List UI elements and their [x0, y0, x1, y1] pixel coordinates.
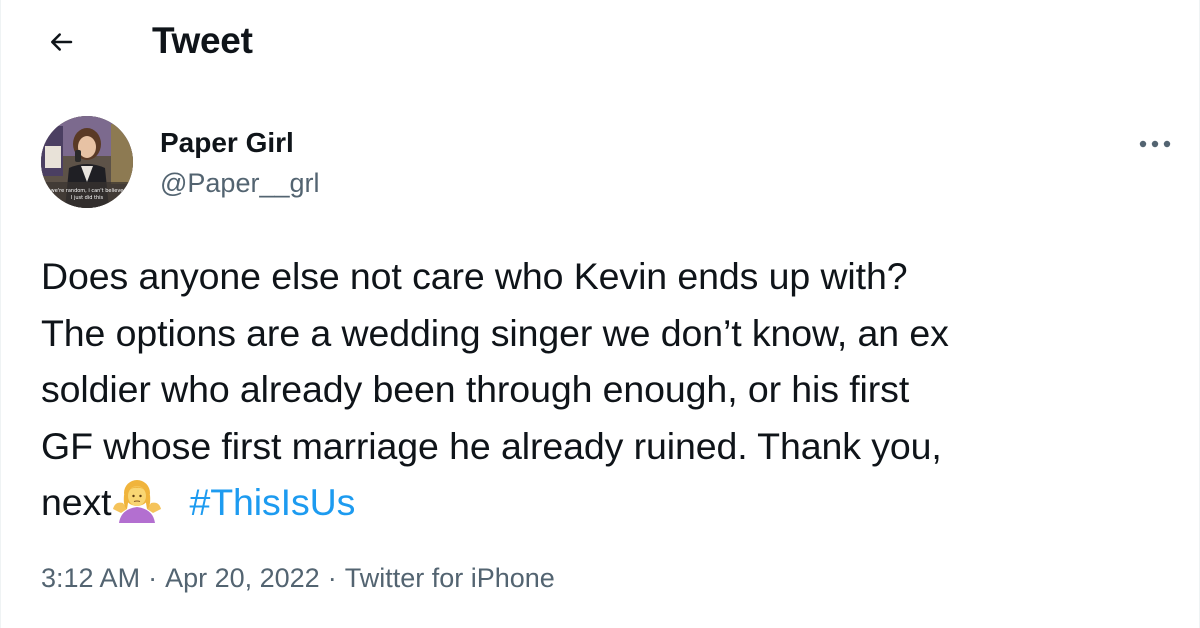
- meta-separator: ·: [327, 563, 337, 593]
- avatar-image: we're random, i can't believe I just did…: [41, 116, 133, 208]
- tweet-text: Does anyone else not care who Kevin ends…: [41, 248, 1181, 531]
- tweet-date[interactable]: Apr 20, 2022: [165, 563, 320, 593]
- page-title: Tweet: [152, 20, 253, 61]
- author-handle[interactable]: @Paper__grl: [160, 166, 320, 200]
- tweet-line: The options are a wedding singer we don’…: [41, 311, 949, 354]
- author-display-name[interactable]: Paper Girl: [160, 126, 294, 160]
- tweet-line: Does anyone else not care who Kevin ends…: [41, 255, 908, 297]
- more-horizontal-icon: [1139, 140, 1171, 148]
- tweet-line: soldier who already been through enough,…: [41, 368, 910, 410]
- more-options-button[interactable]: [1133, 128, 1177, 160]
- tweet-meta: 3:12 AM · Apr 20, 2022 · Twitter for iPhone: [41, 560, 555, 596]
- hashtag-link[interactable]: #ThisIsUs: [189, 481, 355, 523]
- tweet-page: Tweet we're random, i can't believe I ju…: [0, 0, 1200, 628]
- avatar-caption-2: I just did this: [71, 195, 104, 201]
- back-button[interactable]: [39, 22, 83, 62]
- tweet-line: GF whose first marriage he already ruine…: [41, 424, 942, 467]
- tweet-time[interactable]: 3:12 AM: [41, 563, 140, 593]
- tweet-word: next: [41, 481, 112, 523]
- avatar-caption-1: we're random, i can't believe: [51, 188, 124, 194]
- tweet-source[interactable]: Twitter for iPhone: [345, 563, 555, 593]
- person-shrugging-emoji-icon: [111, 479, 163, 523]
- arrow-left-icon: [51, 33, 73, 51]
- page-header: Tweet: [1, 0, 1199, 82]
- avatar[interactable]: we're random, i can't believe I just did…: [41, 116, 133, 208]
- meta-separator: ·: [148, 563, 158, 593]
- tweet-line: next #ThisIsUs: [41, 474, 1181, 531]
